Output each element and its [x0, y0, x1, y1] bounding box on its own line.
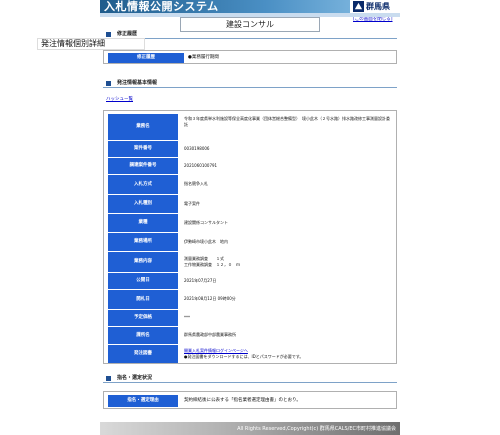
bullet-square-icon — [106, 376, 111, 381]
field-label: 入札種別 — [108, 195, 178, 213]
section-amendment: 修正履歴 — [103, 29, 397, 39]
field-value: 0030198006 — [184, 146, 210, 151]
section-title: 発注情報基本情報 — [117, 80, 158, 86]
order-documents-login-link[interactable]: 開業入札案件情報ログインページへ — [184, 348, 248, 353]
field-label: 業務場所 — [108, 233, 178, 251]
bullet-square-icon — [106, 32, 111, 37]
work-content-line: 工作物業務調査 １２，０ ｍ — [184, 262, 240, 267]
table-row: 業務名 令和３年度県単水利施設等保全高度化事業（団体営総合整備型） 境小此木（２… — [104, 114, 396, 140]
prefecture-emblem-icon — [353, 1, 364, 12]
table-row: 発注図書 開業入札案件情報ログインページへ ●発注図書をダウンロードするには、I… — [104, 345, 396, 363]
section-title: 修正履歴 — [117, 31, 138, 37]
field-value: 令和３年度県単水利施設等保全高度化事業（団体営総合整備型） 境小此木（２号水路）… — [184, 116, 390, 127]
field-value: 2021年08月12日 09時00分 — [184, 296, 236, 301]
field-value: 指名競争入札 — [184, 181, 208, 186]
field-label: 開札日 — [108, 290, 178, 309]
field-value: 2021年07月27日 — [184, 278, 217, 283]
order-documents-note: ●発注図書をダウンロードするには、IDとパスワードが必要です。 — [184, 354, 304, 359]
table-row: 開札日 2021年08月12日 09時00分 — [104, 290, 396, 309]
amendment-value: ●業務履行期間 — [188, 55, 219, 60]
field-value: 2021060100791 — [184, 163, 218, 168]
bullet-square-icon — [106, 81, 111, 86]
table-row: 業務場所 伊勢崎市境小此木 地内 — [104, 233, 396, 251]
field-value: 建設関係コンサルタント — [184, 220, 228, 225]
footer-bar: All Rights Reserved,Copyright(c) 群馬県CALS… — [100, 422, 400, 435]
field-value: 測量業務調査 １式 工作物業務調査 １２，０ ｍ — [184, 256, 390, 268]
copyright-text: All Rights Reserved,Copyright(c) 群馬県CALS… — [237, 426, 396, 432]
hash-list-link[interactable]: ハッシュー覧 — [106, 96, 133, 102]
field-label: 案件番号 — [108, 141, 178, 157]
system-title: 入札情報公開システム — [104, 0, 219, 13]
section-title: 指名・選定状況 — [117, 375, 153, 381]
field-label: 業種 — [108, 214, 178, 232]
field-label: 業務名 — [108, 114, 178, 140]
field-value: 群馬県農政部中部農業事務所 — [184, 332, 236, 337]
field-label: 課所名 — [108, 327, 178, 344]
field-value: 伊勢崎市境小此木 地内 — [184, 239, 228, 244]
nomination-value: 契約締結後に公表する「指名業者選定理由書」のとおり。 — [184, 398, 301, 403]
table-row: 業種 建設関係コンサルタント — [104, 214, 396, 232]
field-value: 開業入札案件情報ログインページへ ●発注図書をダウンロードするには、IDとパスワ… — [184, 348, 390, 360]
table-row: 業務内容 測量業務調査 １式 工作物業務調査 １２，０ ｍ — [104, 252, 396, 272]
field-label: 予定価格 — [108, 310, 178, 326]
field-label: 入札方式 — [108, 175, 178, 194]
table-row: 課所名 群馬県農政部中部農業事務所 — [104, 327, 396, 344]
table-row: 入札種別 電子案件 — [104, 195, 396, 213]
amendment-table: 修正履歴 ●業務履行期間 — [103, 50, 397, 64]
table-row: 公開日 2021年07月27日 — [104, 273, 396, 289]
section-basic-info: 発注情報基本情報 — [103, 78, 397, 88]
field-label: 調達案件番号 — [108, 158, 178, 174]
nomination-table: 指名・選定理由 契約締結後に公表する「指名業者選定理由書」のとおり。 — [103, 391, 397, 409]
field-label: 業務内容 — [108, 252, 178, 272]
table-row: 案件番号 0030198006 — [104, 141, 396, 157]
field-value: *** — [184, 315, 190, 320]
section-nomination: 指名・選定状況 — [103, 373, 397, 383]
nomination-label: 指名・選定理由 — [108, 395, 178, 407]
window-title: 発注情報個別詳細 — [37, 38, 145, 50]
field-label: 発注図書 — [108, 345, 178, 363]
amendment-label: 修正履歴 — [108, 53, 184, 63]
basic-info-table: 業務名 令和３年度県単水利施設等保全高度化事業（団体営総合整備型） 境小此木（２… — [103, 110, 397, 364]
table-row: 予定価格 *** — [104, 310, 396, 326]
prefecture-name: 群馬県 — [366, 2, 390, 11]
table-row: 入札方式 指名競争入札 — [104, 175, 396, 194]
field-label: 公開日 — [108, 273, 178, 289]
field-value: 電子案件 — [184, 201, 200, 206]
table-row: 調達案件番号 2021060100791 — [104, 158, 396, 174]
